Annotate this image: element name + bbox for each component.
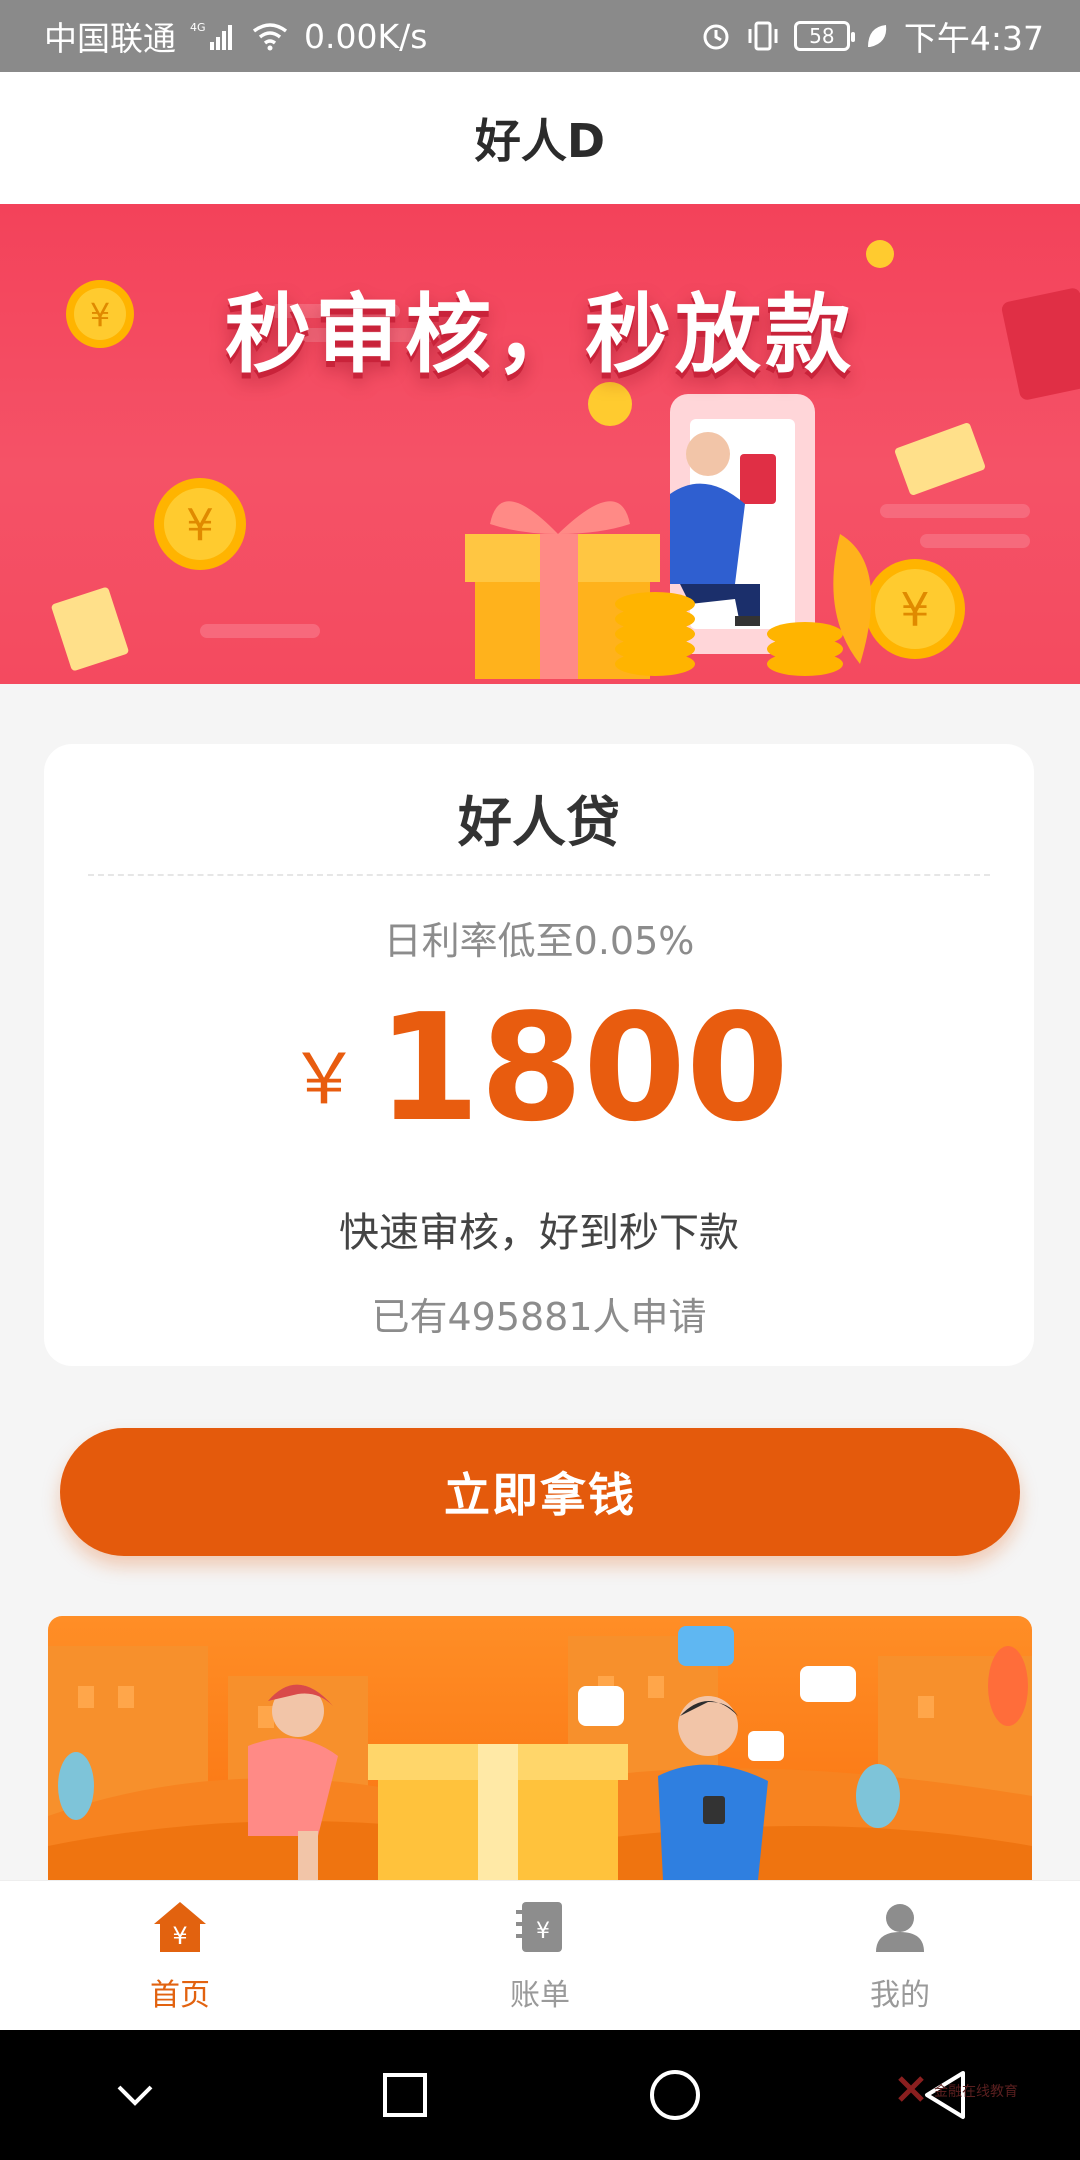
interest-rate-text: 日利率低至0.05% (383, 919, 695, 963)
loan-amount: ￥ 1800 (44, 994, 1034, 1142)
app-title-bar: 好人D (0, 72, 1080, 204)
banner-headline: 秒审核，秒放款 (225, 285, 855, 385)
network-speed: 0.00K/s (304, 16, 428, 56)
alarm-icon (700, 20, 732, 52)
promo-banner-top[interactable]: ¥ ¥ ¥ 秒审核，秒放款 (0, 204, 1080, 684)
watermark: 金融在线教育 (896, 2074, 1018, 2108)
currency-symbol: ￥ (289, 1038, 360, 1120)
watermark-logo-icon (896, 2074, 926, 2108)
nav-bill-label: 账单 (510, 1977, 570, 2013)
leaf-icon (864, 21, 890, 51)
signal-icon: 4G (190, 20, 236, 52)
watermark-text: 金融在线教育 (934, 2084, 1018, 2100)
recents-icon[interactable] (345, 2035, 465, 2155)
bottom-nav: ¥ 首页 ¥ 账单 我的 (0, 1880, 1080, 2030)
svg-text:¥: ¥ (172, 1922, 187, 1950)
svg-text:¥: ¥ (536, 1919, 550, 1944)
vibrate-icon (746, 20, 780, 52)
nav-mine-label: 我的 (870, 1977, 930, 2013)
nav-home-label: 首页 (150, 1977, 210, 2013)
wifi-icon (250, 21, 290, 51)
promo-illustration (48, 1626, 1032, 1880)
home-icon[interactable] (615, 2035, 735, 2155)
loan-card: 好人贷 日利率低至0.05% ￥ 1800 快速审核，好到秒下款 已有49588… (44, 744, 1034, 1366)
nav-mine[interactable]: 我的 (750, 1898, 1050, 2014)
get-money-button[interactable]: 立即拿钱 (60, 1428, 1020, 1556)
collapse-icon[interactable] (75, 2035, 195, 2155)
nav-home[interactable]: ¥ 首页 (30, 1898, 330, 2014)
amount-value: 1800 (377, 982, 789, 1154)
battery-indicator: 58 (793, 21, 855, 51)
page-title: 好人D (474, 114, 606, 168)
loan-product-name: 好人贷 (458, 791, 620, 854)
bill-icon: ¥ (510, 1898, 570, 1964)
loan-tagline: 快速审核，好到秒下款 (339, 1210, 739, 1256)
nav-bill[interactable]: ¥ 账单 (390, 1898, 690, 2014)
applicant-count: 已有495881人申请 (371, 1295, 707, 1339)
home-yen-icon: ¥ (150, 1898, 210, 1964)
user-icon (870, 1898, 930, 1964)
svg-text:¥: ¥ (186, 500, 214, 551)
svg-text:4G: 4G (190, 21, 206, 34)
card-divider (88, 874, 990, 876)
carrier-label: 中国联通 (44, 19, 176, 58)
status-bar-left: 中国联通 4G 0.00K/s (44, 12, 427, 60)
promo-banner-bottom[interactable] (48, 1616, 1032, 1880)
status-bar: 中国联通 4G 0.00K/s 58 下午4:37 (0, 0, 1080, 72)
status-bar-right: 58 下午4:37 (700, 12, 1044, 60)
svg-text:¥: ¥ (900, 583, 929, 637)
clock: 下午4:37 (903, 19, 1044, 58)
